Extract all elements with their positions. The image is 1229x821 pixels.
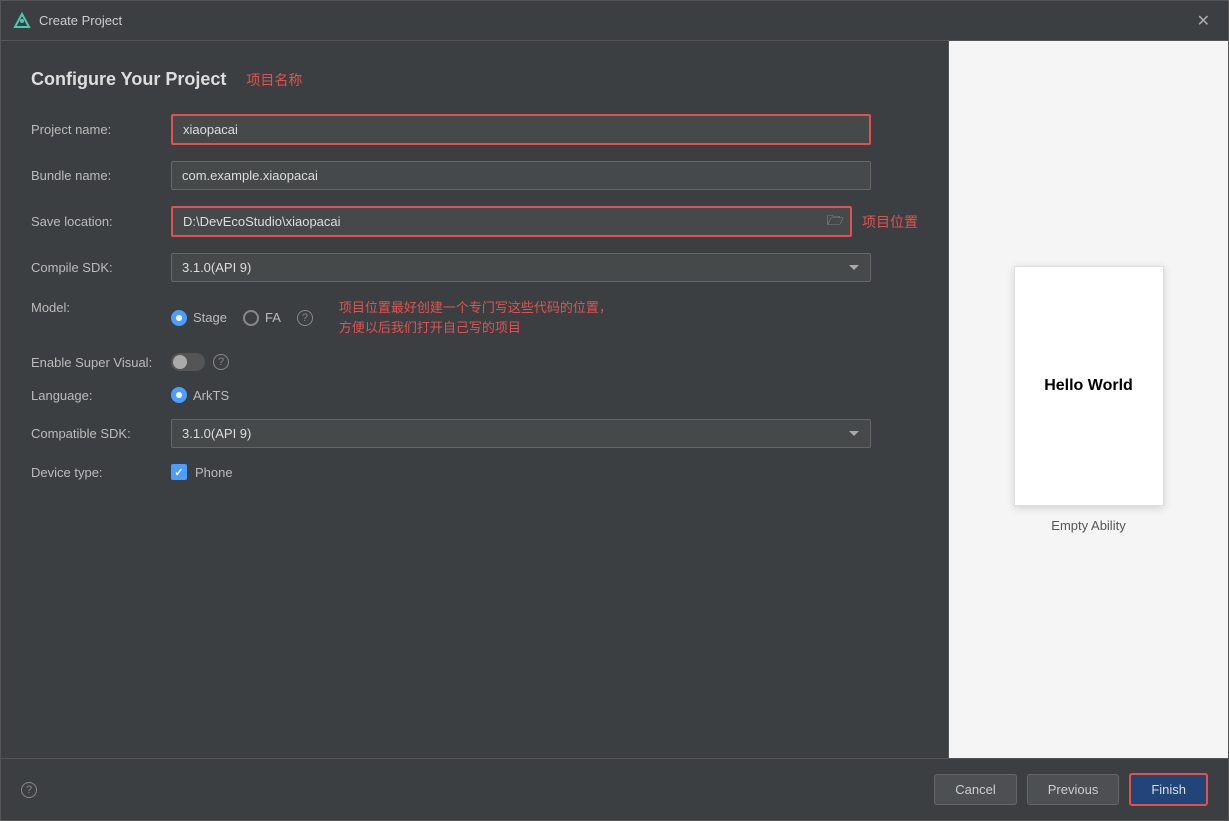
- super-visual-toggle[interactable]: [171, 353, 205, 371]
- model-fa-radio[interactable]: [243, 310, 259, 326]
- footer: ? Cancel Previous Finish: [1, 758, 1228, 820]
- close-button[interactable]: ✕: [1191, 9, 1216, 33]
- super-visual-help-icon[interactable]: ?: [213, 354, 229, 370]
- main-content: Configure Your Project 项目名称 Project name…: [1, 41, 1228, 758]
- toggle-wrapper: ?: [171, 353, 871, 371]
- language-control: ArkTS: [171, 387, 871, 403]
- bundle-name-control: [171, 161, 871, 190]
- dialog-title: Create Project: [39, 13, 1191, 28]
- section-header: Configure Your Project 项目名称: [31, 69, 918, 90]
- save-location-input-wrapper: 🗁: [171, 206, 852, 237]
- save-location-annotation-wrapper: 项目位置: [862, 212, 918, 232]
- phone-checkbox[interactable]: [171, 464, 187, 480]
- model-fa-label: FA: [265, 310, 281, 325]
- compile-sdk-label: Compile SDK:: [31, 260, 171, 275]
- annotation-save-location: 项目位置: [862, 214, 918, 230]
- model-control: Stage FA ? 项目位置最好创建一个专门写这些代码的位置， 方便以后我们打…: [171, 298, 871, 337]
- compile-sdk-select[interactable]: 3.1.0(API 9): [171, 253, 871, 282]
- save-location-label: Save location:: [31, 214, 171, 229]
- previous-button[interactable]: Previous: [1027, 774, 1120, 805]
- folder-icon[interactable]: 🗁: [827, 210, 844, 234]
- compatible-sdk-select[interactable]: 3.1.0(API 9): [171, 419, 871, 448]
- enable-super-visual-label: Enable Super Visual:: [31, 355, 171, 370]
- compatible-sdk-label: Compatible SDK:: [31, 426, 171, 441]
- save-location-row: Save location: 🗁 项目位置: [31, 206, 918, 237]
- device-type-label: Device type:: [31, 465, 171, 480]
- model-help-icon[interactable]: ?: [297, 310, 313, 326]
- device-type-phone-label: Phone: [195, 465, 233, 480]
- model-label: Model:: [31, 298, 171, 315]
- model-radio-group: Stage FA ? 项目位置最好创建一个专门写这些代码的位置， 方便以后我们打…: [171, 298, 871, 337]
- preview-hello-text: Hello World: [1044, 377, 1133, 395]
- device-type-phone[interactable]: Phone: [171, 464, 871, 480]
- model-stage-option[interactable]: Stage: [171, 310, 227, 326]
- compatible-sdk-control: 3.1.0(API 9): [171, 419, 871, 448]
- footer-left: ?: [21, 782, 37, 798]
- left-panel: Configure Your Project 项目名称 Project name…: [1, 41, 948, 758]
- compile-sdk-control: 3.1.0(API 9): [171, 253, 871, 282]
- device-type-row: Device type: Phone: [31, 464, 918, 480]
- compile-sdk-row: Compile SDK: 3.1.0(API 9): [31, 253, 918, 282]
- annotation-project-name: 项目名称: [246, 70, 302, 90]
- project-name-input[interactable]: [171, 114, 871, 145]
- app-icon: [13, 12, 31, 30]
- compatible-sdk-row: Compatible SDK: 3.1.0(API 9): [31, 419, 918, 448]
- model-stage-label: Stage: [193, 310, 227, 325]
- save-location-input[interactable]: [171, 206, 852, 237]
- device-type-control: Phone: [171, 464, 871, 480]
- model-fa-option[interactable]: FA: [243, 310, 281, 326]
- language-label: Language:: [31, 388, 171, 403]
- right-panel: Hello World Empty Ability: [948, 41, 1228, 758]
- toggle-knob: [173, 355, 187, 369]
- cancel-button[interactable]: Cancel: [934, 774, 1016, 805]
- language-item: ArkTS: [171, 387, 871, 403]
- language-value: ArkTS: [193, 388, 229, 403]
- enable-super-visual-control: ?: [171, 353, 871, 371]
- language-row: Language: ArkTS: [31, 387, 918, 403]
- annotation-model: 项目位置最好创建一个专门写这些代码的位置， 方便以后我们打开自己写的项目: [339, 298, 612, 337]
- bundle-name-input[interactable]: [171, 161, 871, 190]
- section-title: Configure Your Project: [31, 69, 226, 90]
- preview-card: Hello World: [1014, 266, 1164, 506]
- project-name-control: [171, 114, 871, 145]
- model-stage-radio[interactable]: [171, 310, 187, 326]
- project-name-label: Project name:: [31, 122, 171, 137]
- template-label: Empty Ability: [1051, 518, 1125, 533]
- dialog: Create Project ✕ Configure Your Project …: [0, 0, 1229, 821]
- finish-button[interactable]: Finish: [1129, 773, 1208, 806]
- footer-right: Cancel Previous Finish: [934, 773, 1208, 806]
- project-name-row: Project name:: [31, 114, 918, 145]
- titlebar: Create Project ✕: [1, 1, 1228, 41]
- bundle-name-row: Bundle name:: [31, 161, 918, 190]
- enable-super-visual-row: Enable Super Visual: ?: [31, 353, 918, 371]
- bundle-name-label: Bundle name:: [31, 168, 171, 183]
- save-location-control: 🗁: [171, 206, 852, 237]
- language-arkts-radio[interactable]: [171, 387, 187, 403]
- footer-help-icon[interactable]: ?: [21, 782, 37, 798]
- model-row: Model: Stage FA ? 项目位置最好创建一个专门写: [31, 298, 918, 337]
